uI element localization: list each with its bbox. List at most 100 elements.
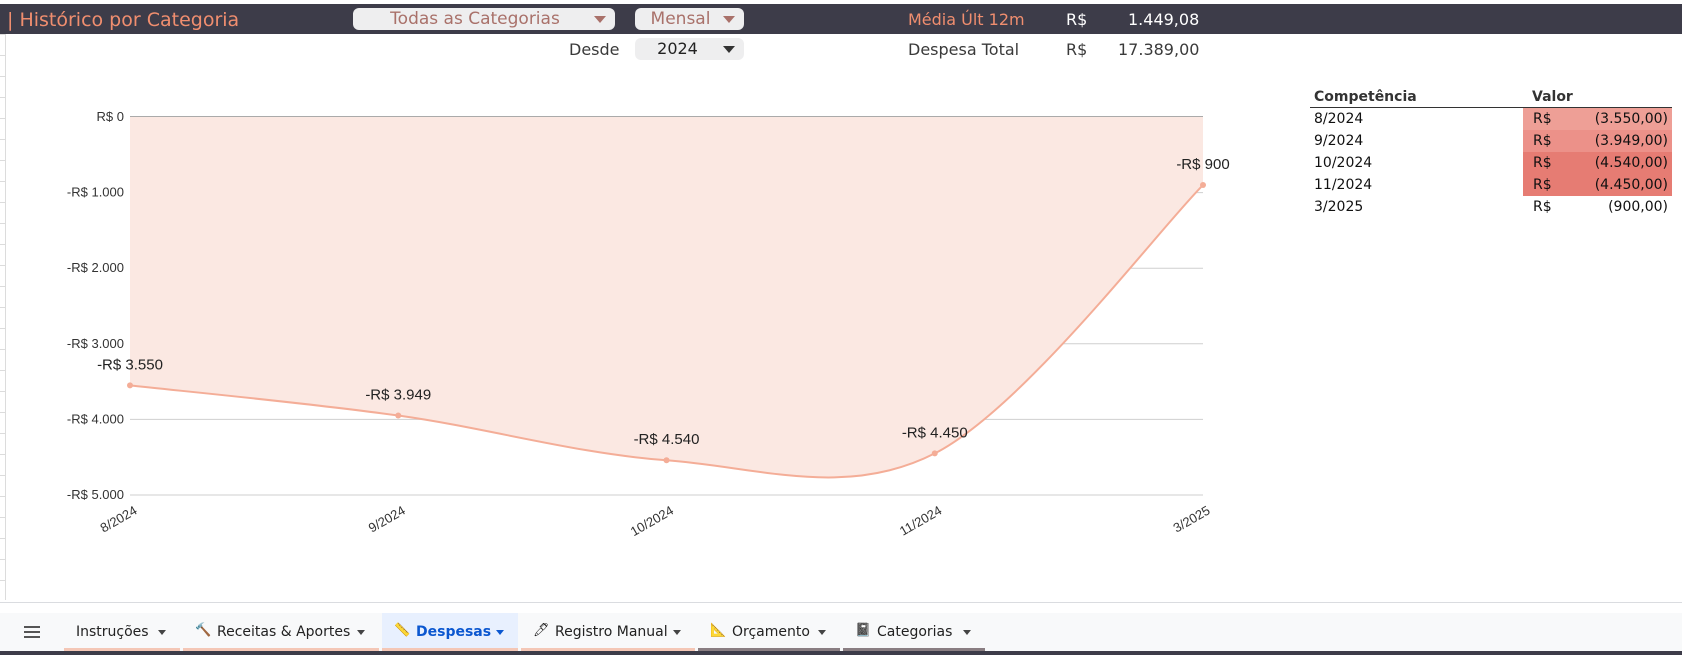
valor-amount: (900,00) [1608, 199, 1668, 215]
table-header: Competência Valor [1310, 88, 1672, 108]
valor-amount: (3.550,00) [1594, 111, 1668, 127]
data-label: -R$ 900 [1176, 156, 1229, 173]
data-label: -R$ 4.450 [902, 424, 968, 441]
chevron-down-icon [723, 46, 735, 53]
hammer-icon: 🔨 [195, 623, 212, 638]
valor-currency: R$ [1533, 177, 1552, 193]
row-gridline [0, 580, 5, 581]
x-tick-label: 8/2024 [98, 503, 140, 536]
tab-despesas[interactable]: 📏 Despesas [382, 613, 518, 651]
expense-history-chart: R$ 0 -R$ 1.000 -R$ 2.000 -R$ 3.000 -R$ 4.000… [67, 109, 1230, 539]
page-title: | Histórico por Categoria [7, 9, 240, 31]
tab-categorias[interactable]: 📓 Categorias [843, 613, 985, 651]
chevron-down-icon[interactable] [673, 630, 681, 635]
competencia-cell: 8/2024 [1314, 111, 1364, 127]
since-dropdown[interactable]: 2024 [635, 38, 744, 60]
data-label: -R$ 4.540 [634, 431, 700, 448]
x-tick-label: 10/2024 [628, 503, 676, 539]
total-value: 17.389,00 [1118, 40, 1200, 59]
history-table: Competência Valor 8/2024 R$ (3.550,00) 9… [1310, 88, 1672, 218]
valor-cell: R$ (900,00) [1523, 196, 1672, 218]
chevron-down-icon[interactable] [818, 630, 826, 635]
spreadsheet-view: | Histórico por Categoria Todas as Categ… [0, 0, 1682, 655]
y-tick-label: -R$ 1.000 [67, 185, 124, 200]
total-label: Despesa Total [908, 40, 1020, 59]
since-label: Desde [569, 40, 620, 59]
competencia-cell: 9/2024 [1314, 133, 1364, 149]
y-tick-label: -R$ 2.000 [67, 260, 124, 275]
avg-currency: R$ [1066, 10, 1088, 29]
valor-cell: R$ (3.949,00) [1523, 130, 1672, 152]
competencia-cell: 11/2024 [1314, 177, 1373, 193]
tab-receitas-aportes[interactable]: 🔨 Receitas & Aportes [183, 613, 379, 651]
tab-or-amento[interactable]: 📐 Orçamento [698, 613, 840, 651]
chevron-down-icon[interactable] [963, 630, 971, 635]
chevron-down-icon [723, 16, 735, 23]
sheet-tab-bar: Instruções 🔨 Receitas & Aportes 📏 Despesas 🖊 R… [0, 613, 1682, 651]
col-competencia: Competência [1314, 89, 1417, 105]
ruler-icon: 📏 [394, 623, 411, 638]
sheet-bottom-border [0, 602, 1682, 603]
category-dropdown-value: Todas as Categorias [390, 9, 560, 29]
book-icon: 📓 [855, 623, 872, 638]
tab-label: Despesas [416, 624, 492, 640]
valor-currency: R$ [1533, 111, 1552, 127]
valor-currency: R$ [1533, 133, 1552, 149]
valor-cell: R$ (4.540,00) [1523, 152, 1672, 174]
period-dropdown[interactable]: Mensal [635, 8, 744, 30]
row-gridline [0, 34, 5, 35]
tab-registro-manual[interactable]: 🖊 Registro Manual [521, 613, 695, 651]
valor-amount: (4.540,00) [1594, 155, 1668, 171]
dashboard-header: | Histórico por Categoria Todas as Categ… [0, 4, 1682, 34]
table-row[interactable]: 11/2024 R$ (4.450,00) [1310, 174, 1672, 196]
y-tick-label: -R$ 4.000 [67, 411, 124, 426]
valor-currency: R$ [1533, 199, 1552, 215]
row-gridline [0, 55, 5, 56]
table-row[interactable]: 8/2024 R$ (3.550,00) [1310, 108, 1672, 130]
competencia-cell: 3/2025 [1314, 199, 1364, 215]
y-tick-label: -R$ 3.000 [67, 336, 124, 351]
tab-bar-bottom-edge [0, 651, 1682, 655]
valor-currency: R$ [1533, 155, 1552, 171]
y-tick-label: R$ 0 [97, 109, 124, 124]
chart-y-axis: R$ 0 -R$ 1.000 -R$ 2.000 -R$ 3.000 -R$ 4.000… [67, 109, 124, 502]
period-dropdown-value: Mensal [650, 9, 711, 29]
triangle-ruler-icon: 📐 [710, 623, 727, 638]
chevron-down-icon[interactable] [357, 630, 365, 635]
x-tick-label: 3/2025 [1171, 503, 1213, 536]
y-tick-label: -R$ 5.000 [67, 487, 124, 502]
avg-label: Média Últ 12m [908, 10, 1025, 29]
table-row[interactable]: 3/2025 R$ (900,00) [1310, 196, 1672, 218]
tab-label: Instruções [76, 624, 149, 640]
competencia-cell: 10/2024 [1314, 155, 1373, 171]
tab-label: Orçamento [732, 624, 810, 640]
valor-cell: R$ (3.550,00) [1523, 108, 1672, 130]
tab-label: Receitas & Aportes [217, 624, 351, 640]
valor-cell: R$ (4.450,00) [1523, 174, 1672, 196]
tab-label: Registro Manual [555, 624, 668, 640]
menu-icon[interactable] [24, 626, 40, 638]
avg-value: 1.449,08 [1128, 10, 1200, 29]
chevron-down-icon[interactable] [496, 630, 504, 635]
x-tick-label: 9/2024 [366, 503, 408, 536]
data-point [1200, 182, 1206, 189]
data-point [395, 412, 402, 419]
chart-area-fill [130, 117, 1203, 478]
chevron-down-icon[interactable] [158, 630, 166, 635]
data-label: -R$ 3.949 [365, 387, 431, 404]
table-row[interactable]: 9/2024 R$ (3.949,00) [1310, 130, 1672, 152]
tab-instru-es[interactable]: Instruções [64, 613, 180, 651]
category-dropdown[interactable]: Todas as Categorias [353, 8, 615, 30]
valor-amount: (3.949,00) [1594, 133, 1668, 149]
total-currency: R$ [1066, 40, 1088, 59]
chart-x-axis: 8/2024 9/2024 10/2024 11/2024 3/2025 [98, 503, 1213, 539]
table-row[interactable]: 10/2024 R$ (4.540,00) [1310, 152, 1672, 174]
chevron-down-icon [594, 16, 606, 23]
data-point [127, 382, 133, 389]
valor-amount: (4.450,00) [1594, 177, 1668, 193]
data-point [931, 450, 938, 457]
table-body: 8/2024 R$ (3.550,00) 9/2024 R$ (3.949,00… [1310, 108, 1672, 218]
since-dropdown-value: 2024 [657, 39, 698, 58]
x-tick-label: 11/2024 [897, 503, 944, 539]
data-point [663, 457, 670, 464]
